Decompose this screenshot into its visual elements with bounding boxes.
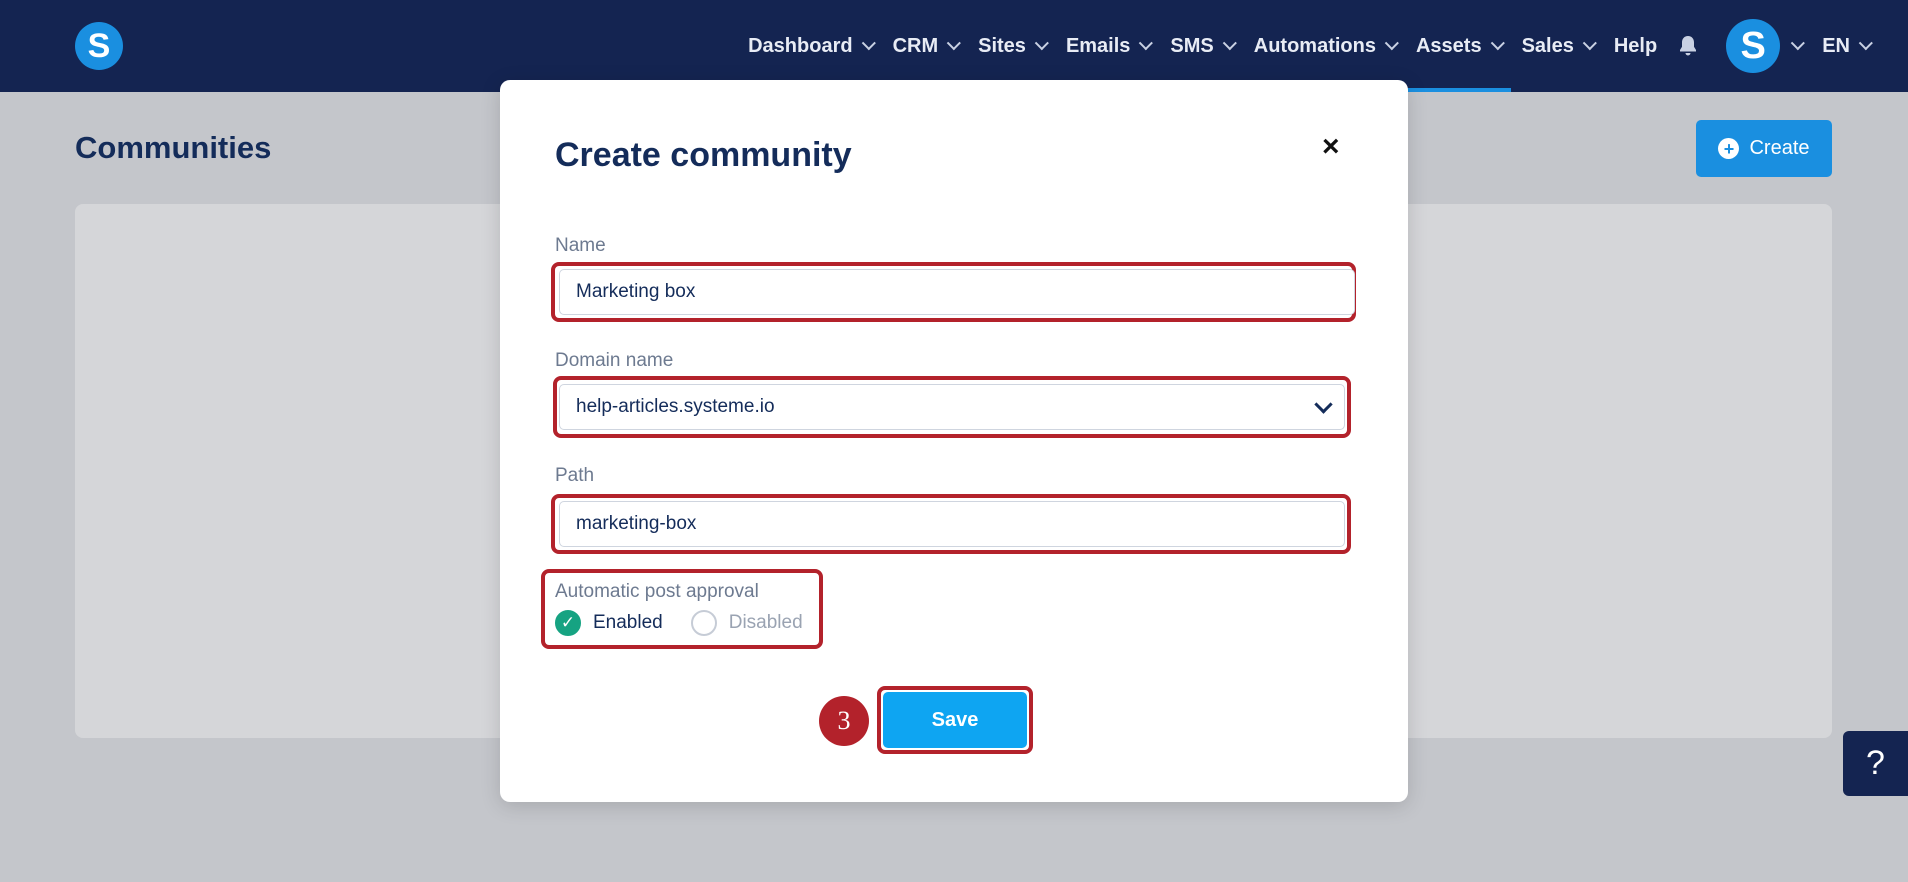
domain-label: Domain name: [555, 350, 674, 371]
nav-item-dashboard[interactable]: Dashboard: [737, 0, 881, 92]
radio-disabled-label[interactable]: Disabled: [729, 612, 803, 634]
create-button[interactable]: + Create: [1696, 120, 1832, 177]
approval-label: Automatic post approval: [555, 581, 759, 602]
nav-label: CRM: [892, 34, 939, 57]
path-label: Path: [555, 465, 595, 486]
chevron-down-icon: [1490, 36, 1505, 51]
avatar-letter: S: [1740, 24, 1766, 67]
close-icon[interactable]: ×: [1322, 130, 1340, 164]
logo-letter: S: [87, 26, 111, 65]
nav-item-sites[interactable]: Sites: [967, 0, 1055, 92]
app-logo[interactable]: S: [75, 22, 123, 70]
nav-menu: Dashboard CRM Sites Emails SMS Automatio…: [737, 0, 1908, 92]
chevron-down-icon: [1034, 36, 1049, 51]
step-badge: 3: [819, 696, 869, 746]
nav-item-automations[interactable]: Automations: [1243, 0, 1405, 92]
path-input[interactable]: marketing-box: [559, 501, 1345, 547]
nav-label: Assets: [1415, 34, 1482, 57]
chevron-down-icon: [1858, 36, 1873, 51]
radio-disabled[interactable]: [690, 610, 717, 636]
chevron-down-icon: [946, 36, 962, 51]
nav-item-assets[interactable]: Assets: [1404, 0, 1511, 92]
nav-label: SMS: [1170, 34, 1214, 57]
name-label: Name: [555, 235, 606, 256]
name-input[interactable]: Marketing box: [559, 269, 1355, 315]
language-selector[interactable]: EN: [1818, 0, 1873, 92]
chevron-down-icon: [1314, 395, 1333, 414]
nav-item-help[interactable]: Help: [1603, 0, 1668, 92]
radio-enabled[interactable]: ✓: [555, 610, 581, 636]
chevron-down-icon: [1139, 36, 1154, 51]
nav-label: Emails: [1065, 34, 1131, 57]
modal-title: Create community: [555, 136, 852, 174]
page-title: Communities: [75, 130, 272, 165]
chevron-down-icon: [1384, 36, 1399, 51]
domain-value: help-articles.systeme.io: [576, 396, 775, 417]
nav-label: Dashboard: [748, 34, 853, 57]
save-button[interactable]: Save: [883, 692, 1027, 748]
help-button[interactable]: ?: [1843, 731, 1908, 796]
create-label: Create: [1749, 137, 1810, 159]
nav-label: Sites: [978, 34, 1026, 57]
nav-label: Automations: [1253, 34, 1376, 57]
create-community-modal: Create community × Name Marketing box Do…: [500, 80, 1408, 802]
domain-select[interactable]: help-articles.systeme.io: [559, 384, 1345, 430]
top-navbar: S Dashboard CRM Sites Emails SMS Automat…: [0, 0, 1908, 92]
nav-item-crm[interactable]: CRM: [882, 0, 968, 92]
plus-circle-icon: +: [1718, 138, 1740, 159]
language-label: EN: [1822, 34, 1850, 57]
chevron-down-icon: [861, 36, 876, 51]
radio-enabled-label[interactable]: Enabled: [593, 612, 663, 634]
chevron-down-icon[interactable]: [1790, 36, 1806, 51]
nav-item-sms[interactable]: SMS: [1159, 0, 1242, 92]
nav-label: Sales: [1521, 34, 1574, 57]
approval-radio-group: ✓ Enabled Disabled: [555, 610, 831, 636]
chevron-down-icon: [1222, 36, 1237, 51]
nav-label: Help: [1613, 34, 1658, 57]
nav-item-sales[interactable]: Sales: [1511, 0, 1603, 92]
nav-item-emails[interactable]: Emails: [1055, 0, 1159, 92]
user-avatar[interactable]: S: [1726, 19, 1781, 73]
bell-icon[interactable]: [1676, 34, 1698, 58]
chevron-down-icon: [1582, 36, 1597, 51]
